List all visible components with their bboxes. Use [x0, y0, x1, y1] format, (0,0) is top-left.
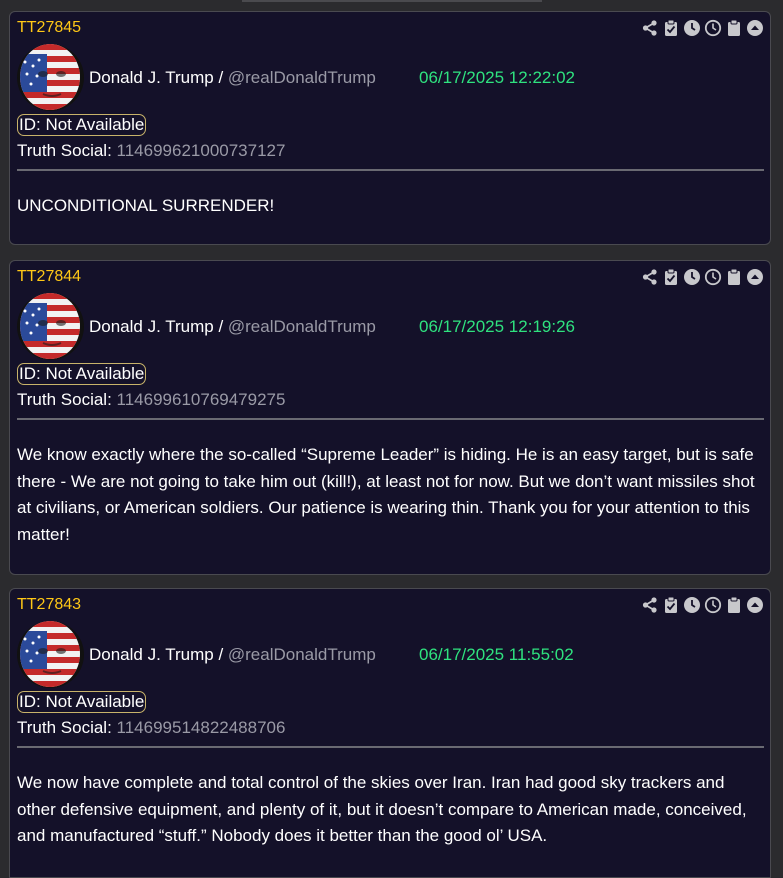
- post-toolbar: [641, 268, 764, 286]
- truth-social-label: Truth Social:: [17, 141, 117, 160]
- divider: [17, 746, 764, 748]
- clipboard-check-icon[interactable]: [662, 19, 680, 37]
- truth-social-line: Truth Social: 114699610769479275: [17, 390, 285, 410]
- post-text: We now have complete and total control o…: [17, 773, 747, 845]
- clock-outline-icon[interactable]: [704, 19, 722, 37]
- clock-solid-icon[interactable]: [683, 268, 701, 286]
- post-id[interactable]: TT27845: [17, 19, 81, 37]
- post-toolbar: [641, 596, 764, 614]
- clipboard-icon[interactable]: [725, 19, 743, 37]
- post-card: TT27843 Donald J. Trump / @realDonaldTru…: [9, 588, 771, 878]
- truth-social-label: Truth Social:: [17, 390, 117, 409]
- id-badge: ID: Not Available: [17, 114, 147, 136]
- clock-solid-icon[interactable]: [683, 19, 701, 37]
- post-toolbar: [641, 19, 764, 37]
- truth-social-id[interactable]: 114699514822488706: [117, 718, 286, 737]
- top-scroll-indicator: [242, 0, 542, 2]
- truth-social-line: Truth Social: 114699621000737127: [17, 141, 285, 161]
- id-badge: ID: Not Available: [17, 691, 147, 713]
- truth-social-id[interactable]: 114699621000737127: [117, 141, 286, 160]
- clock-outline-icon[interactable]: [704, 596, 722, 614]
- chevron-up-circle-icon[interactable]: [746, 19, 764, 37]
- chevron-up-circle-icon[interactable]: [746, 268, 764, 286]
- post-card: TT27845 Donald J. Trump / @realDonaldTru…: [9, 11, 771, 245]
- author-name: Donald J. Trump /: [89, 68, 228, 87]
- chevron-up-circle-icon[interactable]: [746, 596, 764, 614]
- author-line[interactable]: Donald J. Trump / @realDonaldTrump: [89, 68, 376, 88]
- id-badge: ID: Not Available: [17, 363, 147, 385]
- post-id[interactable]: TT27843: [17, 596, 81, 614]
- avatar: [17, 44, 84, 111]
- author-line[interactable]: Donald J. Trump / @realDonaldTrump: [89, 317, 376, 337]
- clipboard-icon[interactable]: [725, 596, 743, 614]
- author-handle[interactable]: @realDonaldTrump: [228, 645, 376, 664]
- clipboard-check-icon[interactable]: [662, 268, 680, 286]
- post-id[interactable]: TT27844: [17, 268, 81, 286]
- divider: [17, 169, 764, 171]
- avatar: [17, 293, 84, 360]
- clock-outline-icon[interactable]: [704, 268, 722, 286]
- divider: [17, 418, 764, 420]
- post-timestamp[interactable]: 06/17/2025 12:22:02: [419, 68, 575, 88]
- share-icon[interactable]: [641, 268, 659, 286]
- truth-social-label: Truth Social:: [17, 718, 117, 737]
- author-handle[interactable]: @realDonaldTrump: [228, 317, 376, 336]
- post-card: TT27844 Donald J. Trump / @realDonaldTru…: [9, 260, 771, 575]
- clipboard-icon[interactable]: [725, 268, 743, 286]
- clock-solid-icon[interactable]: [683, 596, 701, 614]
- clipboard-check-icon[interactable]: [662, 596, 680, 614]
- author-handle[interactable]: @realDonaldTrump: [228, 68, 376, 87]
- author-name: Donald J. Trump /: [89, 645, 228, 664]
- avatar: [17, 621, 84, 688]
- author-name: Donald J. Trump /: [89, 317, 228, 336]
- truth-social-line: Truth Social: 114699514822488706: [17, 718, 285, 738]
- truth-social-id[interactable]: 114699610769479275: [117, 390, 286, 409]
- post-timestamp[interactable]: 06/17/2025 12:19:26: [419, 317, 575, 337]
- post-text: We know exactly where the so-called “Sup…: [17, 445, 755, 544]
- post-text: UNCONDITIONAL SURRENDER!: [17, 196, 275, 215]
- author-line[interactable]: Donald J. Trump / @realDonaldTrump: [89, 645, 376, 665]
- share-icon[interactable]: [641, 19, 659, 37]
- post-timestamp[interactable]: 06/17/2025 11:55:02: [419, 645, 574, 665]
- share-icon[interactable]: [641, 596, 659, 614]
